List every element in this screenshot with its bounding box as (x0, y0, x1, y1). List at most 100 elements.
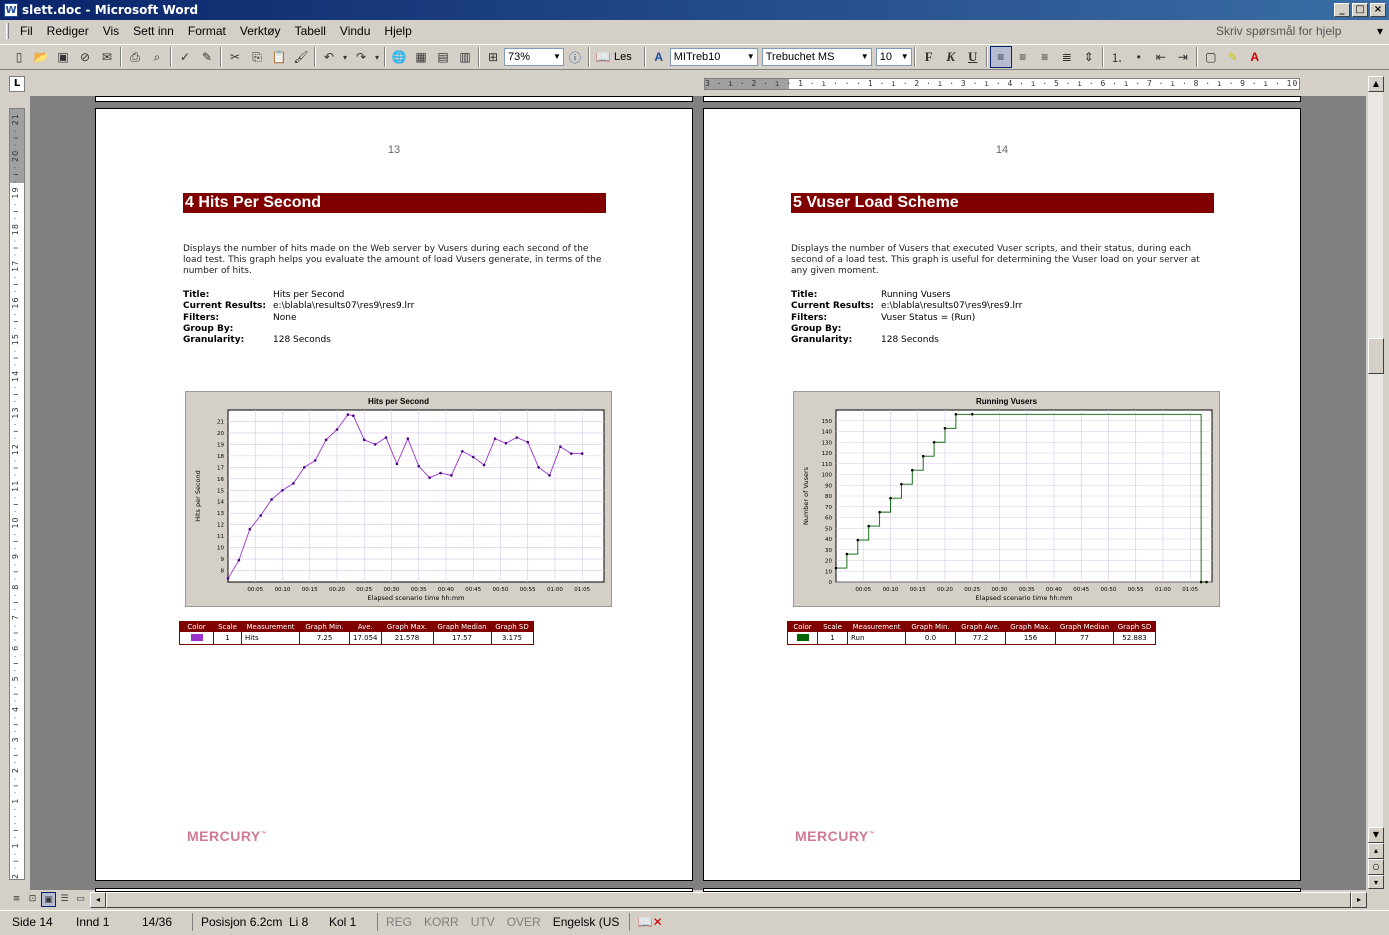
web-layout-icon[interactable]: ⊡ (25, 892, 40, 907)
reading-view-icon[interactable]: ▭ (73, 892, 88, 907)
styles-icon[interactable]: A (648, 46, 670, 68)
research-icon[interactable]: ✎ (196, 46, 218, 68)
menu-hjelp[interactable]: Hjelp (377, 24, 418, 38)
horizontal-scrollbar[interactable]: ◂ ▸ (90, 892, 1367, 908)
chevron-down-icon[interactable]: ▼ (899, 49, 911, 65)
spelling-status-icon[interactable]: 📖✕ (632, 915, 669, 929)
status-extend-selection[interactable]: UTV (465, 915, 501, 929)
print-layout-icon[interactable]: ▣ (41, 892, 56, 907)
minimize-button[interactable]: _ (1334, 3, 1350, 17)
read-mode-icon[interactable]: 📖 (592, 46, 614, 68)
bullets-icon[interactable]: • (1128, 46, 1150, 68)
y-tick-label: 21 (217, 419, 224, 425)
previous-page-icon[interactable]: ▴ (1368, 843, 1384, 859)
font-size-combo[interactable]: 10 ▼ (875, 48, 912, 66)
outline-view-icon[interactable]: ☰ (57, 892, 72, 907)
menu-vindu[interactable]: Vindu (333, 24, 377, 38)
print-icon[interactable]: ⎙ (124, 46, 146, 68)
vertical-ruler[interactable]: 2 · ı · 1 · ı · · · 1 · ı · 2 · ı · 3 · … (9, 108, 25, 880)
italic-icon[interactable]: K (940, 46, 962, 68)
menu-tabell[interactable]: Tabell (288, 24, 333, 38)
page-14[interactable]: 14 5 Vuser Load Scheme Displays the numb… (703, 108, 1301, 881)
scroll-thumb[interactable] (106, 892, 1351, 908)
normal-view-icon[interactable]: ≡ (9, 892, 24, 907)
chevron-down-icon[interactable]: ▼ (551, 49, 563, 65)
scroll-down-icon[interactable]: ▼ (1368, 827, 1384, 843)
menu-grip[interactable] (6, 23, 9, 39)
next-page-icon[interactable]: ▾ (1368, 875, 1384, 889)
page-13[interactable]: 13 4 Hits Per Second Displays the number… (95, 108, 693, 881)
print-preview-icon[interactable]: ⌕ (146, 46, 168, 68)
zoom-combo[interactable]: 73% ▼ (504, 48, 564, 66)
underline-icon[interactable]: U (962, 46, 984, 68)
y-tick-label: 50 (825, 526, 832, 532)
legend-cell: 77.2 (955, 631, 1006, 645)
help-search-input[interactable]: Skriv spørsmål for hjelp (1216, 24, 1372, 40)
menu-vis[interactable]: Vis (96, 24, 126, 38)
vertical-scrollbar[interactable]: ▲ ▼ ▴ ○ ▾ (1367, 76, 1384, 889)
status-language[interactable]: Engelsk (US (547, 915, 627, 929)
save-icon[interactable]: ▣ (52, 46, 74, 68)
close-document-icon[interactable]: ▾ (1377, 24, 1383, 38)
menu-rediger[interactable]: Rediger (40, 24, 96, 38)
spelling-icon[interactable]: ✓ (174, 46, 196, 68)
new-document-icon[interactable]: ▯ (8, 46, 30, 68)
insert-table-icon[interactable]: ▤ (432, 46, 454, 68)
bold-icon[interactable]: F (918, 46, 940, 68)
tab-selector-button[interactable]: L (9, 76, 25, 92)
borders-icon[interactable]: ▢ (1200, 46, 1222, 68)
scroll-right-icon[interactable]: ▸ (1351, 892, 1367, 908)
status-track-changes[interactable]: KORR (418, 915, 465, 929)
increase-indent-icon[interactable]: ⇥ (1172, 46, 1194, 68)
redo-dropdown-icon[interactable]: ▾ (372, 46, 382, 68)
tables-borders-icon[interactable]: ▦ (410, 46, 432, 68)
undo-icon[interactable]: ↶ (318, 46, 340, 68)
highlight-icon[interactable]: ✎ (1222, 46, 1244, 68)
menu-verktoy[interactable]: Verktøy (233, 24, 288, 38)
vusers-chart-svg: 0 10 20 30 40 50 60 70 80 90 100 110 120 130 140 150 00:… (802, 409, 1213, 602)
browse-object-icon[interactable]: ○ (1368, 859, 1384, 875)
copy-icon[interactable]: ⎘ (246, 46, 268, 68)
scroll-up-icon[interactable]: ▲ (1368, 76, 1384, 92)
paste-icon[interactable]: 📋 (268, 46, 290, 68)
undo-dropdown-icon[interactable]: ▾ (340, 46, 350, 68)
hyperlink-icon[interactable]: 🌐 (388, 46, 410, 68)
maximize-button[interactable]: □ (1352, 3, 1368, 17)
help-icon[interactable]: ⓘ (564, 46, 586, 68)
report-fields: Title: Hits per Second Current Results: e:… (183, 290, 513, 350)
permission-icon[interactable]: ⊘ (74, 46, 96, 68)
horizontal-ruler[interactable]: 3 · ı · 2 · ı · 1 · ı · · · 1 · ı · 2 · … (704, 78, 1300, 90)
status-overtype[interactable]: OVER (501, 915, 547, 929)
line-spacing-icon[interactable]: ⇕ (1078, 46, 1100, 68)
align-left-icon[interactable]: ≡ (989, 46, 1012, 68)
page-number: 13 (387, 144, 401, 156)
style-combo[interactable]: MITreb10 ▼ (669, 48, 758, 66)
format-painter-icon[interactable]: 🖌 (290, 46, 312, 68)
redo-icon[interactable]: ↷ (350, 46, 372, 68)
font-combo[interactable]: Trebuchet MS ▼ (761, 48, 872, 66)
y-tick-label: 40 (825, 537, 832, 543)
word-app-icon[interactable]: W (4, 3, 18, 17)
read-mode-button[interactable]: Les (614, 51, 632, 63)
chevron-down-icon[interactable]: ▼ (745, 49, 757, 65)
decrease-indent-icon[interactable]: ⇤ (1150, 46, 1172, 68)
email-icon[interactable]: ✉ (96, 46, 118, 68)
numbering-icon[interactable]: ⒈ (1106, 46, 1128, 68)
cut-icon[interactable]: ✂ (224, 46, 246, 68)
document-map-icon[interactable]: ⊞ (482, 46, 504, 68)
align-center-icon[interactable]: ≡ (1012, 46, 1034, 68)
scroll-left-icon[interactable]: ◂ (90, 892, 106, 908)
align-right-icon[interactable]: ≡ (1034, 46, 1056, 68)
scroll-thumb[interactable] (1368, 338, 1384, 374)
font-color-icon[interactable]: A (1244, 46, 1266, 68)
menu-format[interactable]: Format (181, 24, 233, 38)
close-button[interactable]: × (1370, 3, 1386, 17)
open-folder-icon[interactable]: 📂 (30, 46, 52, 68)
y-tick-label: 140 (822, 430, 833, 436)
insert-excel-icon[interactable]: ▥ (454, 46, 476, 68)
justify-icon[interactable]: ≣ (1056, 46, 1078, 68)
menu-sett-inn[interactable]: Sett inn (126, 24, 181, 38)
menu-fil[interactable]: Fil (13, 24, 40, 38)
chevron-down-icon[interactable]: ▼ (859, 49, 871, 65)
status-record-macro[interactable]: REG (380, 915, 418, 929)
